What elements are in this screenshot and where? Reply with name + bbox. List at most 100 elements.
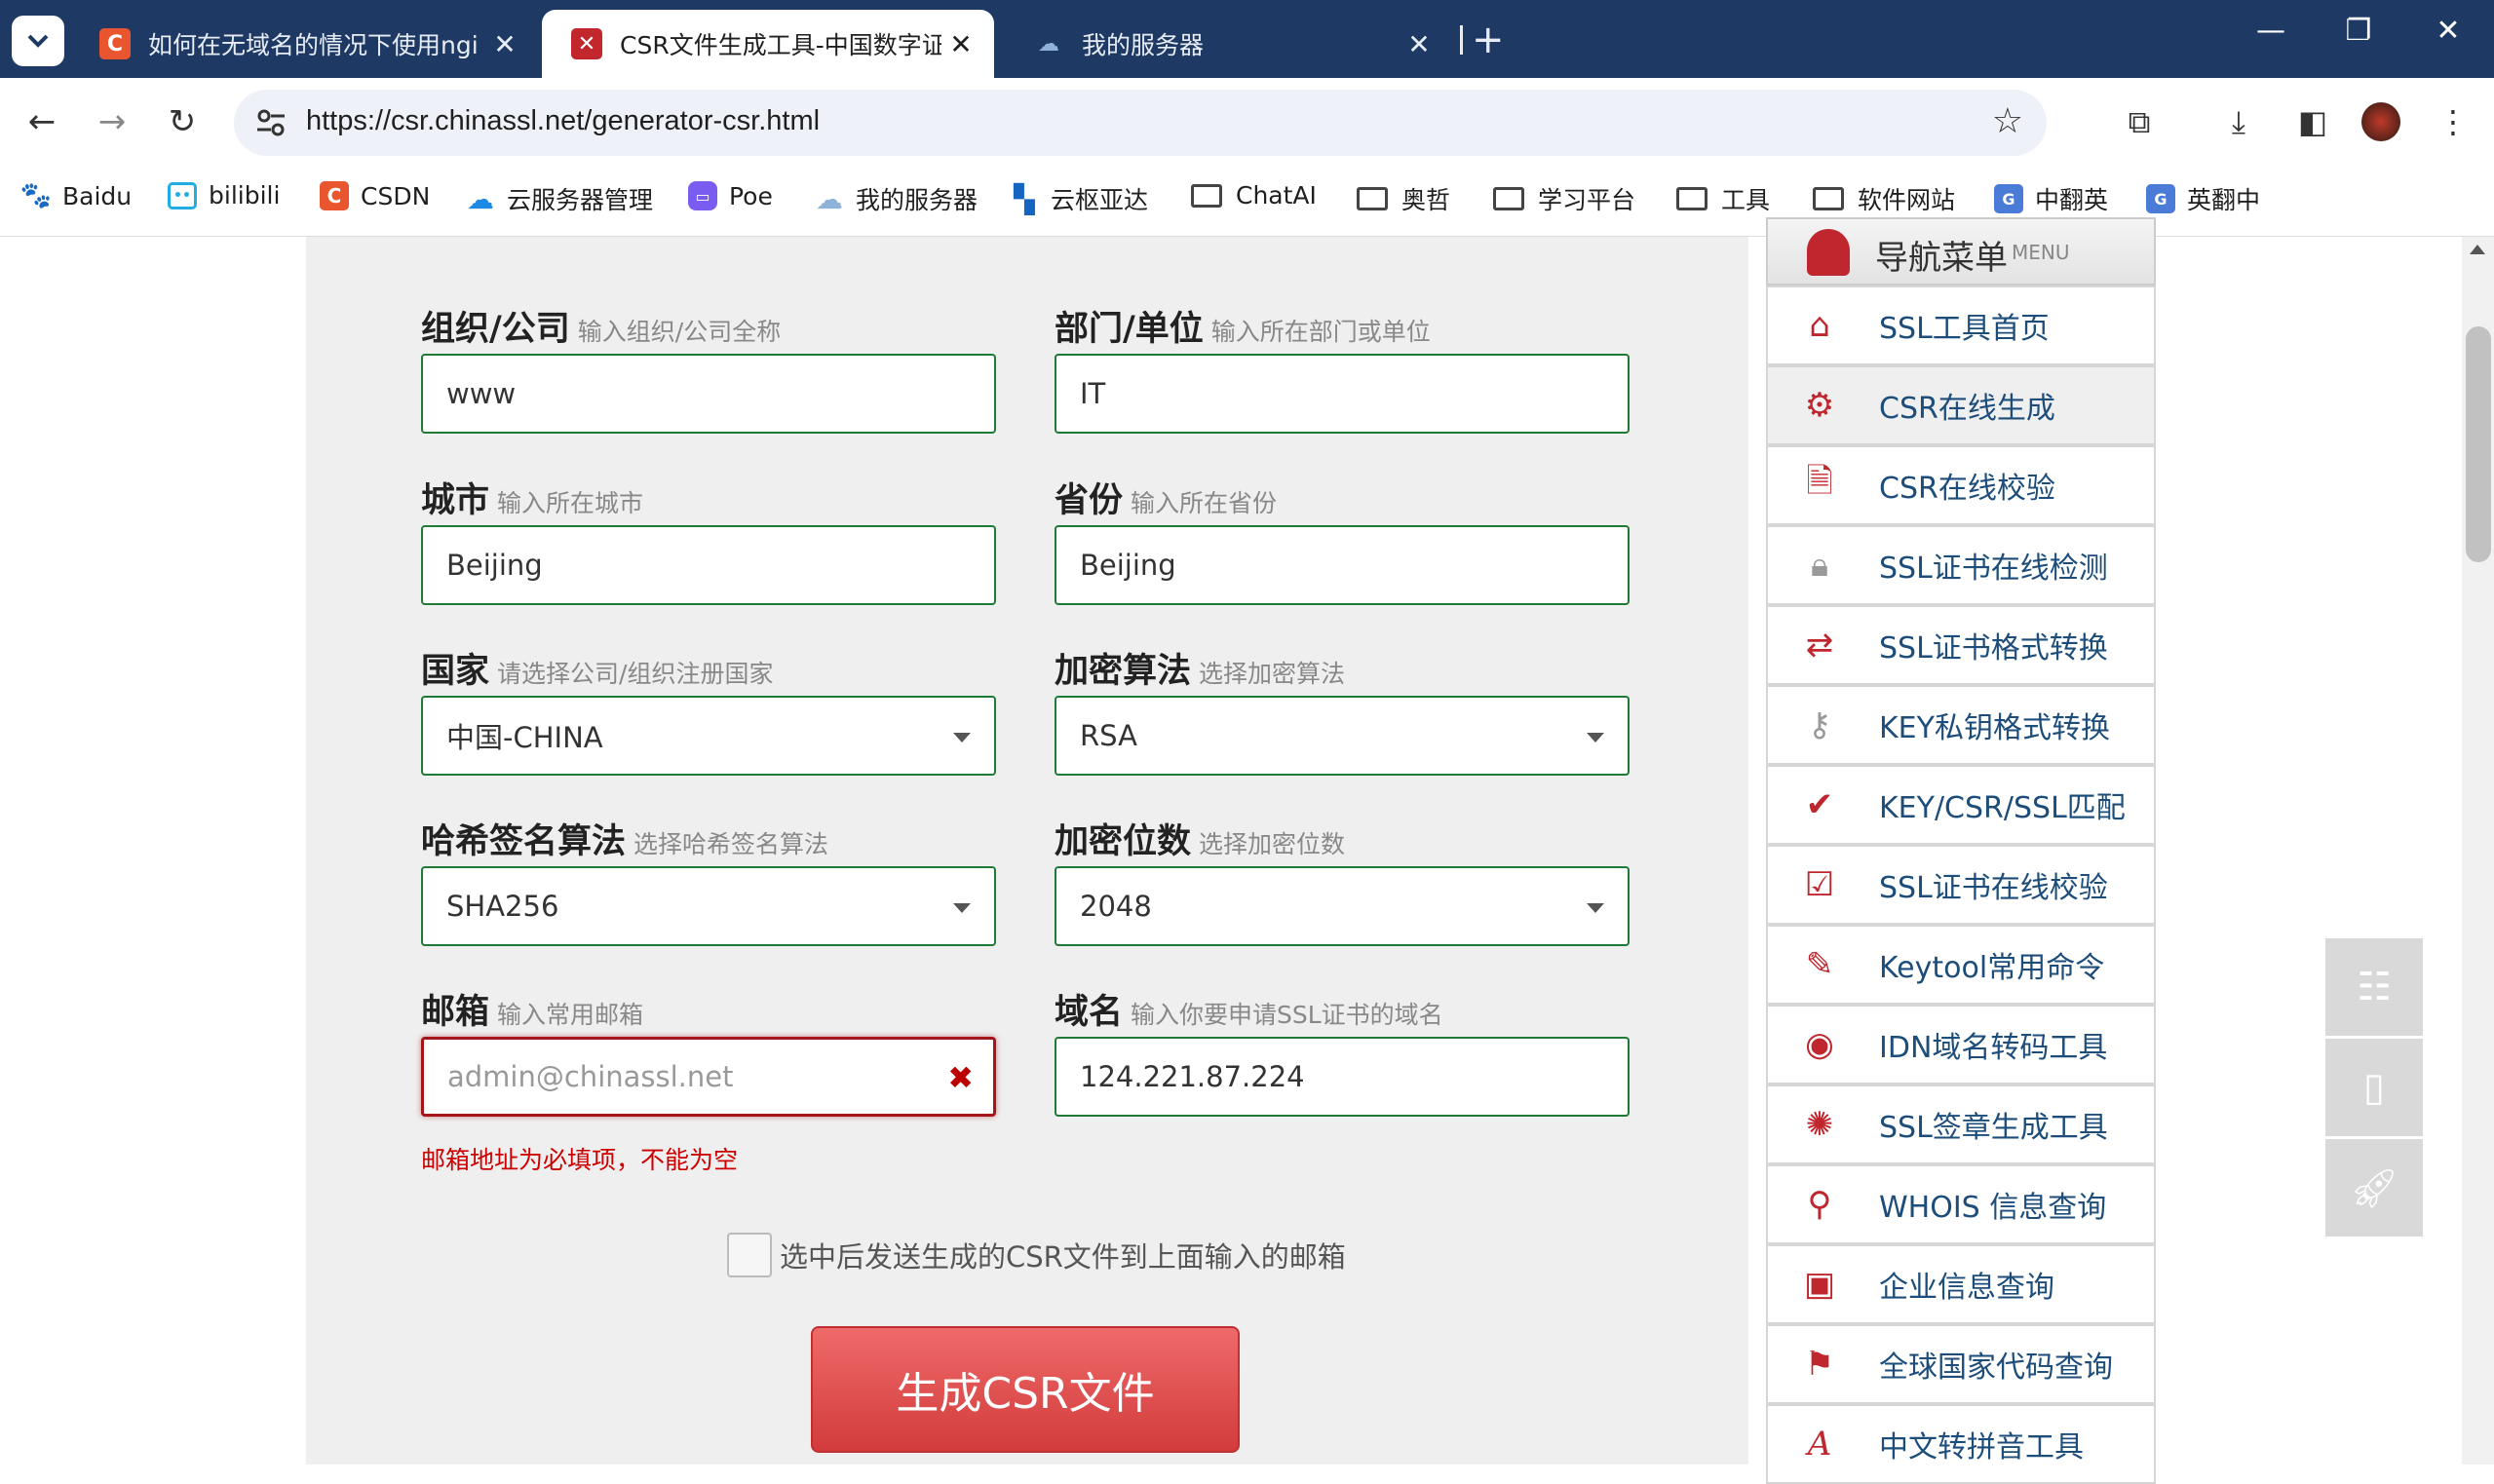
- province-input[interactable]: Beijing: [1055, 525, 1630, 605]
- close-tab-icon[interactable]: ✕: [1400, 28, 1439, 60]
- baidu-icon: 🐾: [19, 181, 53, 210]
- menu-item-pinyin[interactable]: A 中文转拼音工具: [1766, 1404, 2156, 1484]
- mobile-float-button[interactable]: ▯: [2325, 1039, 2423, 1136]
- minimize-icon[interactable]: —: [2242, 14, 2300, 48]
- back-to-top-button[interactable]: 🚀︎: [2325, 1139, 2423, 1237]
- tab-search-button[interactable]: [12, 16, 64, 66]
- menu-item-ssl-convert[interactable]: ⇄ SSL证书格式转换: [1766, 605, 2156, 685]
- field-algo: 加密算法 选择加密算法 RSA: [1055, 643, 1630, 776]
- dropdown-caret-icon: [953, 733, 971, 742]
- send-email-label[interactable]: 选中后发送生成的CSR文件到上面输入的邮箱: [780, 1235, 1346, 1275]
- bookmark-poe[interactable]: ▭ Poe: [688, 181, 773, 210]
- field-hash: 哈希签名算法 选择哈希签名算法 SHA256: [421, 814, 996, 946]
- qrcode-float-button[interactable]: ☷: [2325, 938, 2423, 1036]
- translate-icon: G: [1994, 184, 2023, 213]
- restore-icon[interactable]: ❐: [2329, 14, 2388, 48]
- bookmark-bilibili[interactable]: •• bilibili: [168, 181, 280, 209]
- field-country: 国家 请选择公司/组织注册国家 中国-CHINA: [421, 643, 996, 776]
- menu-item-ssl-verify[interactable]: ☑ SSL证书在线校验: [1766, 845, 2156, 925]
- bookmark-yunshu[interactable]: ▚ 云枢亚达: [1010, 181, 1148, 216]
- email-input[interactable]: admin@chinassl.net ✖: [421, 1037, 996, 1117]
- download-icon[interactable]: ⤓: [2214, 97, 2263, 146]
- reload-icon[interactable]: ↻: [158, 97, 207, 146]
- dropdown-caret-icon: [1587, 903, 1604, 913]
- close-tab-icon[interactable]: ✕: [941, 28, 980, 60]
- back-icon[interactable]: ←: [18, 97, 66, 146]
- bookmark-star-icon[interactable]: ☆: [1992, 101, 2023, 141]
- menu-item-csr-generate[interactable]: ⚙ CSR在线生成: [1766, 365, 2156, 445]
- menu-item-csr-verify[interactable]: 🗎 CSR在线校验: [1766, 445, 2156, 525]
- bookmark-cloud[interactable]: ☁ 云服务器管理: [466, 181, 653, 216]
- bookmark-aozhe[interactable]: 奥哲: [1357, 181, 1450, 216]
- bookmark-software[interactable]: 软件网站: [1813, 181, 1955, 216]
- address-bar[interactable]: https://csr.chinassl.net/generator-csr.h…: [234, 90, 2047, 156]
- page-content: 组织/公司 输入组织/公司全称 www 部门/单位 输入所在部门或单位 IT 城市输…: [0, 217, 2494, 1484]
- browser-menu-icon[interactable]: ⋮: [2429, 97, 2477, 146]
- extensions-icon[interactable]: ⧉: [2115, 97, 2164, 146]
- server-icon: ☁: [1038, 31, 1059, 57]
- menu-item-company[interactable]: ▣ 企业信息查询: [1766, 1244, 2156, 1324]
- side-panel-icon[interactable]: ◧: [2288, 97, 2337, 146]
- nav-menu: 导航菜单 MENU ⌂ SSL工具首页 ⚙ CSR在线生成 🗎 CSR在线校验 …: [1766, 217, 2156, 1484]
- globe-icon: ◉: [1805, 1025, 1834, 1064]
- domain-input[interactable]: 124.221.87.224: [1055, 1037, 1630, 1117]
- hash-select[interactable]: SHA256: [421, 866, 996, 946]
- scroll-up-arrow-icon[interactable]: [2470, 245, 2485, 254]
- bits-select[interactable]: 2048: [1055, 866, 1630, 946]
- close-tab-icon[interactable]: ✕: [485, 28, 524, 60]
- tab-server[interactable]: ☁ 我的服务器 ✕: [1004, 10, 1452, 78]
- csdn-icon: C: [320, 181, 349, 210]
- bookmark-zh-en[interactable]: G 中翻英: [1994, 181, 2108, 216]
- briefcase-icon: ▣: [1803, 1265, 1836, 1304]
- close-window-icon[interactable]: ✕: [2419, 14, 2477, 48]
- translate-icon: G: [2146, 184, 2175, 213]
- bookmark-en-zh[interactable]: G 英翻中: [2146, 181, 2260, 216]
- menu-item-idn[interactable]: ◉ IDN域名转码工具: [1766, 1005, 2156, 1084]
- menu-item-key-convert[interactable]: ⚷ KEY私钥格式转换: [1766, 685, 2156, 765]
- forward-icon[interactable]: →: [88, 97, 136, 146]
- org-input[interactable]: www: [421, 354, 996, 434]
- tab-separator: [1460, 25, 1463, 55]
- country-select[interactable]: 中国-CHINA: [421, 696, 996, 776]
- menu-item-seal[interactable]: ✺ SSL签章生成工具: [1766, 1084, 2156, 1164]
- chinassl-icon: ✕: [571, 28, 602, 59]
- cloud-icon: ☁: [467, 182, 494, 215]
- document-gear-icon: 🗎: [1806, 461, 1833, 501]
- menu-item-country-code[interactable]: ⚑ 全球国家代码查询: [1766, 1324, 2156, 1404]
- pinyin-icon: A: [1807, 1425, 1832, 1464]
- poe-icon: ▭: [688, 181, 717, 210]
- email-error-message: 邮箱地址为必填项，不能为空: [421, 1146, 739, 1174]
- scrollbar-thumb[interactable]: [2466, 326, 2491, 562]
- avatar[interactable]: [2357, 97, 2405, 146]
- tab-csdn[interactable]: C 如何在无域名的情况下使用ngi ✕: [70, 10, 538, 78]
- dept-input[interactable]: IT: [1055, 354, 1630, 434]
- menu-item-key-match[interactable]: ✔ KEY/CSR/SSL匹配: [1766, 765, 2156, 845]
- bookmark-tools[interactable]: 工具: [1676, 181, 1770, 216]
- field-domain: 域名 输入你要申请SSL证书的域名 124.221.87.224: [1055, 984, 1630, 1117]
- page-scrollbar[interactable]: [2462, 237, 2494, 1465]
- certificate-check-icon: ☑: [1804, 865, 1835, 904]
- bookmark-baidu[interactable]: 🐾 Baidu: [19, 181, 132, 210]
- folder-icon: [1357, 187, 1388, 210]
- bookmark-study[interactable]: 学习平台: [1493, 181, 1635, 216]
- csr-form: 组织/公司 输入组织/公司全称 www 部门/单位 输入所在部门或单位 IT 城市输…: [306, 237, 1748, 1465]
- generate-csr-button[interactable]: 生成CSR文件: [811, 1326, 1240, 1453]
- bookmark-server[interactable]: ☁ 我的服务器: [815, 181, 978, 216]
- menu-item-keytool[interactable]: ✎ Keytool常用命令: [1766, 925, 2156, 1005]
- url-text[interactable]: https://csr.chinassl.net/generator-csr.h…: [306, 105, 820, 137]
- wrench-icon: ✎: [1805, 945, 1834, 984]
- bookmark-chatai[interactable]: ChatAI: [1191, 181, 1317, 209]
- field-bits: 加密位数 选择加密位数 2048: [1055, 814, 1630, 946]
- new-tab-icon[interactable]: +: [1472, 18, 1505, 62]
- menu-item-whois[interactable]: ⚲ WHOIS 信息查询: [1766, 1164, 2156, 1244]
- menu-item-ssl-check[interactable]: 🔒︎ SSL证书在线检测: [1766, 525, 2156, 605]
- bookmark-csdn[interactable]: C CSDN: [320, 181, 430, 210]
- algo-select[interactable]: RSA: [1055, 696, 1630, 776]
- city-input[interactable]: Beijing: [421, 525, 996, 605]
- send-email-checkbox[interactable]: [727, 1233, 772, 1277]
- tab-chinassl[interactable]: ✕ CSR文件生成工具-中国数字证书 ✕: [542, 10, 994, 78]
- field-email: 邮箱 输入常用邮箱 admin@chinassl.net ✖: [421, 984, 996, 1117]
- site-settings-icon[interactable]: [253, 105, 288, 140]
- menu-item-ssl-home[interactable]: ⌂ SSL工具首页: [1766, 285, 2156, 365]
- field-province: 省份 输入所在省份 Beijing: [1055, 473, 1630, 605]
